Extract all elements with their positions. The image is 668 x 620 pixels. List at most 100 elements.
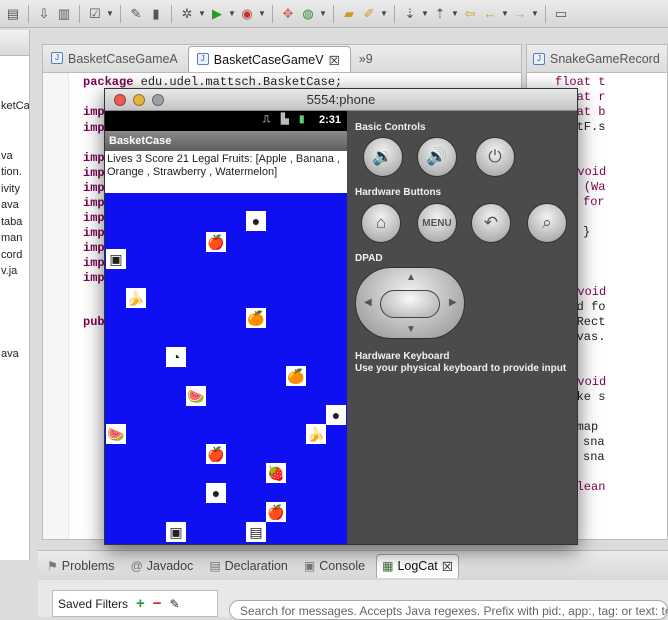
back-icon[interactable]: ⇦ [461,5,479,23]
tab-javadoc[interactable]: @ Javadoc [126,554,199,578]
tab-overflow[interactable]: »9 [351,46,383,72]
editor-gutter [43,73,69,539]
dpad[interactable]: ▲ ▼ ◀ ▶ [355,267,465,339]
chevron-down-icon[interactable]: ▼ [198,9,206,18]
chevron-down-icon[interactable]: ▼ [380,9,388,18]
chevron-down-icon[interactable]: ▼ [501,9,509,18]
search-icon[interactable]: ⌕ [527,203,567,243]
hardware-buttons-label: Hardware Buttons [355,187,442,198]
remove-icon[interactable]: − [153,595,162,612]
pin-icon[interactable]: ▮ [147,5,165,23]
close-icon[interactable]: ☒ [329,53,340,72]
dpad-right-icon[interactable]: ▶ [449,297,457,308]
tree-item[interactable]: man [0,232,29,249]
toolbar-separator [545,4,546,23]
dpad-up-icon[interactable]: ▲ [406,272,416,283]
phone-screen: ⎍ ▙ ▮ 2:31 BasketCase Lives 3 Score 21 L… [105,111,347,544]
tab-problems[interactable]: ⚑ Problems [42,554,120,578]
chevron-down-icon[interactable]: ▼ [228,9,236,18]
device-icon[interactable]: ▥ [55,5,73,23]
toolbar-separator [28,4,29,23]
chevron-down-icon[interactable]: ▼ [319,9,327,18]
tree-item[interactable]: va [0,150,29,167]
package-explorer-tab[interactable] [0,30,29,56]
add-icon[interactable]: + [136,595,145,612]
tree-item[interactable]: tion. [0,166,29,183]
emulator-titlebar[interactable]: 5554:phone [105,89,577,111]
tree-item[interactable]: ava [0,199,29,216]
new-package-icon[interactable]: ◍ [299,5,317,23]
print-icon[interactable]: ▤ [4,5,22,23]
new-class-icon[interactable]: ✥ [279,5,297,23]
power-icon[interactable]: ⏻ [475,137,515,177]
tree-item[interactable]: taba [0,216,29,233]
chevron-down-icon[interactable]: ▼ [106,9,114,18]
dpad-center-button[interactable] [380,290,440,318]
prev-annotation-icon[interactable]: ⇡ [431,5,449,23]
status-time: 2:31 [319,114,342,126]
battery-icon: ▮ [299,114,305,125]
download-icon[interactable]: ⇩ [35,5,53,23]
tab-basketcasegamea[interactable]: J BasketCaseGameA [43,46,188,72]
problems-icon: ⚑ [47,558,58,573]
external-tools-icon[interactable]: ◉ [238,5,256,23]
emulator-title: 5554:phone [306,92,376,107]
tree-item[interactable]: cord [0,249,29,266]
dpad-left-icon[interactable]: ◀ [364,297,372,308]
tool-icon[interactable]: ✎ [127,5,145,23]
edit-icon[interactable]: ✎ [170,597,180,611]
tree-item[interactable] [0,282,29,299]
app-title-bar: BasketCase [105,131,347,151]
back-arrow-icon[interactable]: ← [481,5,499,23]
chevron-down-icon[interactable]: ▼ [258,9,266,18]
tree-item[interactable] [0,117,29,134]
watermelon-sprite: 🍉 [186,386,206,406]
tree-item[interactable]: ketCa [0,100,29,117]
chevron-down-icon[interactable]: ▼ [451,9,459,18]
tab-snakegamerecord[interactable]: SnakeGameRecord [550,52,660,66]
open-folder-icon[interactable]: ▰ [340,5,358,23]
next-annotation-icon[interactable]: ⇣ [401,5,419,23]
tree-item[interactable] [0,298,29,315]
chevron-down-icon[interactable]: ▼ [421,9,429,18]
tree-item[interactable]: v.ja [0,265,29,282]
minimize-window-icon[interactable] [133,94,145,106]
tab-logcat[interactable]: ▦ LogCat ☒ [376,553,459,578]
menu-button[interactable]: MENU [417,203,457,243]
tab-console[interactable]: ▣ Console [299,554,370,578]
menu-label: MENU [422,217,452,229]
tree-item[interactable] [0,133,29,150]
dpad-label: DPAD [355,253,383,264]
orange-sprite: 🍊 [286,366,306,386]
tab-declaration[interactable]: ▤ Declaration [204,554,293,578]
debug-icon[interactable]: ✲ [178,5,196,23]
checkbox-icon[interactable]: ☑ [86,5,104,23]
volume-down-icon[interactable]: 🔉 [363,137,403,177]
apple-sprite: 🍎 [206,232,226,252]
home-icon[interactable]: ⌂ [361,203,401,243]
zoom-window-icon[interactable] [152,94,164,106]
game-canvas[interactable]: ● 🍎 ▣ 🍌 🍊 ◔ 🍊 🍉 ● 🍉 🍌 🍎 🍓 ● 🍎 ▣ ▤ [105,193,347,544]
close-window-icon[interactable] [114,94,126,106]
toolbar-separator [120,4,121,23]
chevron-down-icon[interactable]: ▼ [531,9,539,18]
forward-arrow-icon[interactable]: → [511,5,529,23]
perspective-icon[interactable]: ▭ [552,5,570,23]
close-icon[interactable]: ☒ [442,559,453,574]
tree-item[interactable]: ivity [0,183,29,200]
tree-item[interactable] [0,315,29,332]
pen-icon[interactable]: ✐ [360,5,378,23]
code-line: sna [583,450,605,464]
run-icon[interactable]: ▶ [208,5,226,23]
volume-up-icon[interactable]: 🔊 [417,137,457,177]
tree-item[interactable] [0,331,29,348]
dpad-down-icon[interactable]: ▼ [406,324,416,335]
package-explorer-tree: ketCa va tion. ivity ava taba man cord v.ja ava [0,56,29,364]
bomb-sprite: ● [326,405,346,425]
logcat-search-input[interactable]: Search for messages. Accepts Java regexe… [229,600,668,620]
tree-item[interactable]: ava [0,348,29,365]
java-file-icon: J [51,52,63,64]
tab-basketcasegamev[interactable]: J BasketCaseGameV ☒ [187,46,351,72]
back-icon[interactable]: ↶ [471,203,511,243]
tab-label: LogCat [397,559,438,573]
